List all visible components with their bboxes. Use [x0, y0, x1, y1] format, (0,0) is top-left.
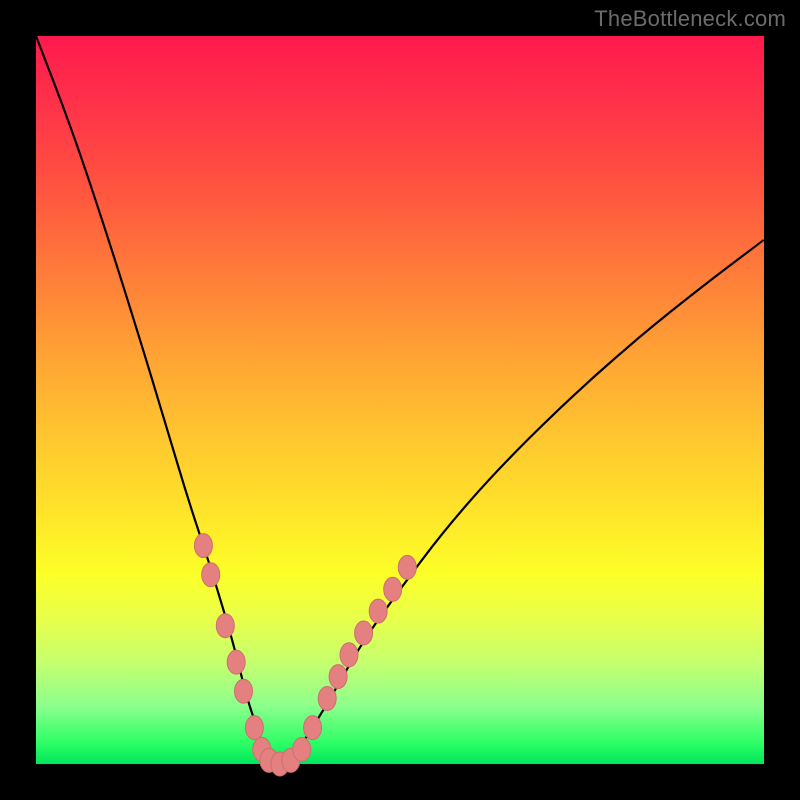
marker-dot — [202, 563, 220, 587]
marker-dot — [194, 534, 212, 558]
chart-svg — [36, 36, 764, 764]
marker-dot — [227, 650, 245, 674]
marker-dot — [340, 643, 358, 667]
markers-group — [194, 534, 416, 776]
marker-dot — [384, 577, 402, 601]
marker-dot — [398, 555, 416, 579]
marker-dot — [235, 679, 253, 703]
bottleneck-curve-path — [36, 36, 764, 764]
marker-dot — [304, 716, 322, 740]
marker-dot — [369, 599, 387, 623]
marker-dot — [318, 687, 336, 711]
marker-dot — [355, 621, 373, 645]
plot-area — [36, 36, 764, 764]
marker-dot — [216, 614, 234, 638]
marker-dot — [329, 665, 347, 689]
curve-group — [36, 36, 764, 764]
watermark-text: TheBottleneck.com — [594, 6, 786, 32]
marker-dot — [293, 737, 311, 761]
outer-frame: TheBottleneck.com — [0, 0, 800, 800]
marker-dot — [245, 716, 263, 740]
